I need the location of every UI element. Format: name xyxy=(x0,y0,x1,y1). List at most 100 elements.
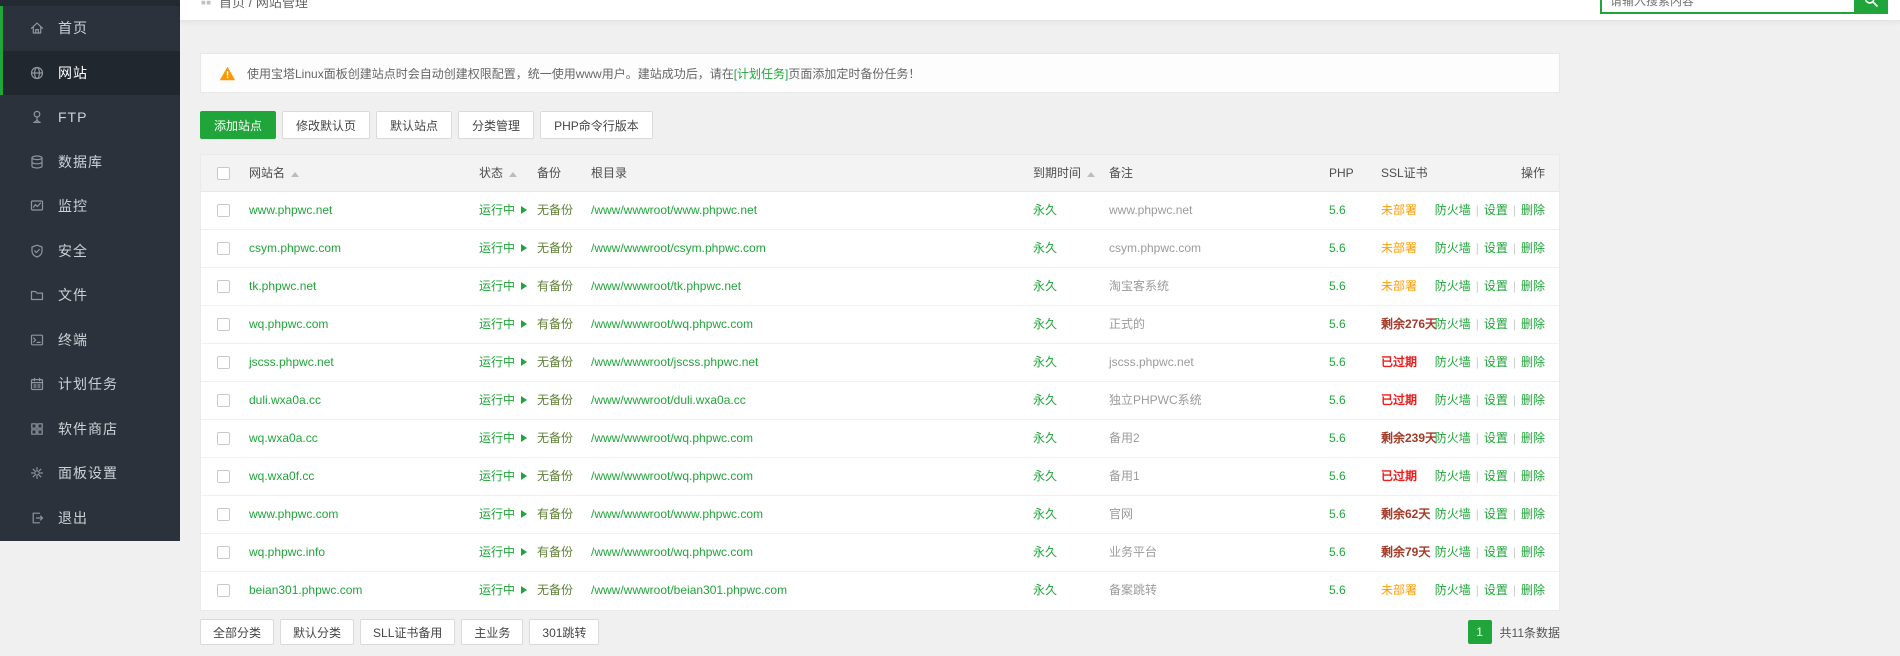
row-checkbox[interactable] xyxy=(217,470,230,483)
action-firewall[interactable]: 防火墙 xyxy=(1435,583,1471,597)
site-backup-link[interactable]: 无备份 xyxy=(537,458,573,495)
site-backup-link[interactable]: 有备份 xyxy=(537,306,573,343)
select-all-checkbox[interactable] xyxy=(217,167,230,180)
site-root-link[interactable]: /www/wwwroot/csym.phpwc.com xyxy=(591,230,766,267)
site-status[interactable]: 运行中 xyxy=(479,420,527,457)
site-name-link[interactable]: tk.phpwc.net xyxy=(249,268,316,305)
sidebar-item-cron[interactable]: 计划任务 xyxy=(0,362,180,407)
site-backup-link[interactable]: 有备份 xyxy=(537,268,573,305)
site-backup-link[interactable]: 无备份 xyxy=(537,230,573,267)
site-ssl-status[interactable]: 未部署 xyxy=(1381,192,1417,229)
sidebar-item-logout[interactable]: 退出 xyxy=(0,496,180,541)
action-delete[interactable]: 删除 xyxy=(1521,393,1545,407)
site-backup-link[interactable]: 无备份 xyxy=(537,572,573,609)
site-backup-link[interactable]: 无备份 xyxy=(537,382,573,419)
sidebar-item-files[interactable]: 文件 xyxy=(0,273,180,318)
action-delete[interactable]: 删除 xyxy=(1521,545,1545,559)
site-status[interactable]: 运行中 xyxy=(479,268,527,305)
site-ssl-status[interactable]: 已过期 xyxy=(1381,344,1417,381)
column-header-status[interactable]: 状态 xyxy=(479,155,517,192)
action-delete[interactable]: 删除 xyxy=(1521,203,1545,217)
action-settings[interactable]: 设置 xyxy=(1484,469,1508,483)
action-delete[interactable]: 删除 xyxy=(1521,317,1545,331)
site-root-link[interactable]: /www/wwwroot/wq.phpwc.com xyxy=(591,458,753,495)
site-root-link[interactable]: /www/wwwroot/www.phpwc.net xyxy=(591,192,757,229)
site-expire[interactable]: 永久 xyxy=(1033,306,1057,343)
site-status[interactable]: 运行中 xyxy=(479,230,527,267)
action-settings[interactable]: 设置 xyxy=(1484,317,1508,331)
cron-page-link[interactable]: [计划任务] xyxy=(734,67,789,81)
site-root-link[interactable]: /www/wwwroot/jscss.phpwc.net xyxy=(591,344,758,381)
action-firewall[interactable]: 防火墙 xyxy=(1435,317,1471,331)
category-main-business-button[interactable]: 主业务 xyxy=(461,619,523,645)
default-page-button[interactable]: 修改默认页 xyxy=(282,111,370,139)
site-root-link[interactable]: /www/wwwroot/duli.wxa0a.cc xyxy=(591,382,746,419)
site-status[interactable]: 运行中 xyxy=(479,534,527,571)
action-delete[interactable]: 删除 xyxy=(1521,431,1545,445)
row-checkbox[interactable] xyxy=(217,280,230,293)
site-expire[interactable]: 永久 xyxy=(1033,458,1057,495)
site-root-link[interactable]: /www/wwwroot/wq.phpwc.com xyxy=(591,534,753,571)
category-all-button[interactable]: 全部分类 xyxy=(200,619,274,645)
action-settings[interactable]: 设置 xyxy=(1484,241,1508,255)
default-site-button[interactable]: 默认站点 xyxy=(376,111,452,139)
search-button[interactable] xyxy=(1854,0,1888,14)
site-name-link[interactable]: jscss.phpwc.net xyxy=(249,344,334,381)
row-checkbox[interactable] xyxy=(217,356,230,369)
action-firewall[interactable]: 防火墙 xyxy=(1435,203,1471,217)
row-checkbox[interactable] xyxy=(217,584,230,597)
sidebar-item-appstore[interactable]: 软件商店 xyxy=(0,407,180,452)
sidebar-item-security[interactable]: 安全 xyxy=(0,229,180,274)
action-delete[interactable]: 删除 xyxy=(1521,469,1545,483)
action-firewall[interactable]: 防火墙 xyxy=(1435,469,1471,483)
site-status[interactable]: 运行中 xyxy=(479,306,527,343)
action-firewall[interactable]: 防火墙 xyxy=(1435,355,1471,369)
column-header-name[interactable]: 网站名 xyxy=(249,155,299,192)
action-firewall[interactable]: 防火墙 xyxy=(1435,545,1471,559)
row-checkbox[interactable] xyxy=(217,204,230,217)
site-backup-link[interactable]: 有备份 xyxy=(537,496,573,533)
action-settings[interactable]: 设置 xyxy=(1484,393,1508,407)
sidebar-item-settings[interactable]: 面板设置 xyxy=(0,451,180,496)
site-name-link[interactable]: www.phpwc.net xyxy=(249,192,332,229)
site-name-link[interactable]: wq.phpwc.com xyxy=(249,306,328,343)
site-expire[interactable]: 永久 xyxy=(1033,420,1057,457)
site-expire[interactable]: 永久 xyxy=(1033,496,1057,533)
sidebar-item-ftp[interactable]: FTP xyxy=(0,95,180,140)
site-expire[interactable]: 永久 xyxy=(1033,268,1057,305)
row-checkbox[interactable] xyxy=(217,432,230,445)
site-ssl-status[interactable]: 剩余239天 xyxy=(1381,420,1437,457)
row-checkbox[interactable] xyxy=(217,318,230,331)
site-expire[interactable]: 永久 xyxy=(1033,344,1057,381)
site-expire[interactable]: 永久 xyxy=(1033,192,1057,229)
row-checkbox[interactable] xyxy=(217,546,230,559)
site-status[interactable]: 运行中 xyxy=(479,458,527,495)
row-checkbox[interactable] xyxy=(217,394,230,407)
action-firewall[interactable]: 防火墙 xyxy=(1435,241,1471,255)
site-name-link[interactable]: duli.wxa0a.cc xyxy=(249,382,321,419)
site-name-link[interactable]: beian301.phpwc.com xyxy=(249,572,362,609)
site-status[interactable]: 运行中 xyxy=(479,572,527,609)
category-manage-button[interactable]: 分类管理 xyxy=(458,111,534,139)
site-ssl-status[interactable]: 未部署 xyxy=(1381,230,1417,267)
site-status[interactable]: 运行中 xyxy=(479,496,527,533)
site-name-link[interactable]: wq.wxa0f.cc xyxy=(249,458,314,495)
site-ssl-status[interactable]: 剩余276天 xyxy=(1381,306,1437,343)
action-settings[interactable]: 设置 xyxy=(1484,279,1508,293)
action-settings[interactable]: 设置 xyxy=(1484,203,1508,217)
action-delete[interactable]: 删除 xyxy=(1521,583,1545,597)
site-status[interactable]: 运行中 xyxy=(479,192,527,229)
action-firewall[interactable]: 防火墙 xyxy=(1435,279,1471,293)
site-root-link[interactable]: /www/wwwroot/beian301.phpwc.com xyxy=(591,572,787,609)
site-name-link[interactable]: wq.phpwc.info xyxy=(249,534,325,571)
page-number[interactable]: 1 xyxy=(1468,620,1492,644)
sidebar-item-database[interactable]: 数据库 xyxy=(0,140,180,185)
row-checkbox[interactable] xyxy=(217,508,230,521)
action-firewall[interactable]: 防火墙 xyxy=(1435,507,1471,521)
site-backup-link[interactable]: 有备份 xyxy=(537,534,573,571)
action-delete[interactable]: 删除 xyxy=(1521,241,1545,255)
site-expire[interactable]: 永久 xyxy=(1033,382,1057,419)
site-backup-link[interactable]: 无备份 xyxy=(537,420,573,457)
category-default-button[interactable]: 默认分类 xyxy=(280,619,354,645)
site-ssl-status[interactable]: 剩余79天 xyxy=(1381,534,1430,571)
